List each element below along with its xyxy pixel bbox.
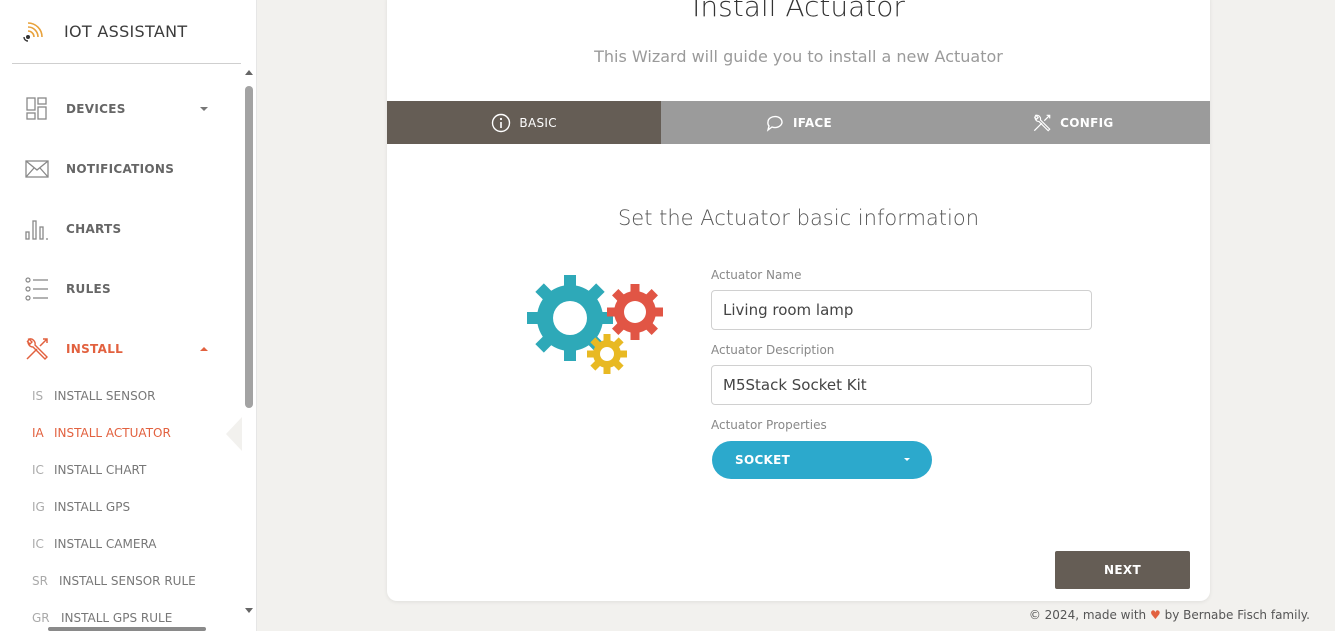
footer-prefix: © 2024, made with [1028,608,1147,622]
scroll-down-icon[interactable] [245,608,253,613]
envelope-icon [25,160,49,178]
sidebar-item-label: INSTALL [66,342,124,356]
submenu-label: INSTALL SENSOR [54,389,156,403]
signal-logo-icon [23,21,43,42]
tools-icon [1033,114,1051,132]
sidebar-item-charts[interactable]: CHARTS [0,199,240,259]
submenu-abbr: IC [32,537,44,551]
actuator-description-label: Actuator Description [711,343,835,357]
submenu-label: INSTALL GPS RULE [61,611,173,625]
submenu-install-camera[interactable]: IC INSTALL CAMERA [32,534,157,554]
sidebar-item-label: NOTIFICATIONS [66,162,175,176]
sidebar-scrollbar-thumb[interactable] [245,86,253,408]
scroll-up-icon[interactable] [245,70,253,75]
submenu-label: INSTALL ACTUATOR [54,426,171,440]
gears-icon [527,275,663,374]
submenu-abbr: SR [32,574,48,588]
submenu-label: INSTALL CHART [54,463,147,477]
actuator-name-label: Actuator Name [711,268,802,282]
page-title: Install Actuator [692,0,905,23]
tab-config[interactable]: CONFIG [936,101,1210,144]
submenu-label: INSTALL GPS [54,500,131,514]
select-value: SOCKET [735,453,791,467]
wizard-tabs: BASIC IFACE CONFIG [387,101,1210,144]
submenu-abbr: IG [32,500,45,514]
sidebar-item-label: CHARTS [66,222,122,236]
actuator-description-input[interactable]: M5Stack Socket Kit [711,365,1092,405]
submenu-label: INSTALL CAMERA [54,537,157,551]
section-title: Set the Actuator basic information [617,206,980,230]
list-icon [25,277,48,301]
info-icon [492,113,511,132]
tab-iface[interactable]: IFACE [661,101,935,144]
sidebar-item-label: RULES [66,282,111,296]
wizard-card: Install Actuator This Wizard will guide … [387,0,1210,601]
chat-icon [766,115,783,132]
submenu-abbr: GR [32,611,50,625]
next-button[interactable]: NEXT [1055,551,1190,589]
submenu-install-gps-rule[interactable]: GR INSTALL GPS RULE [32,608,172,628]
dropdown-caret-icon [904,458,910,461]
submenu-install-actuator[interactable]: IA INSTALL ACTUATOR [32,423,171,443]
chevron-up-icon [200,347,208,351]
bar-chart-icon [25,220,48,240]
page-subtitle: This Wizard will guide you to install a … [594,47,1003,66]
tab-label: BASIC [519,115,557,130]
submenu-install-sensor-rule[interactable]: SR INSTALL SENSOR RULE [32,571,196,591]
actuator-name-input[interactable]: Living room lamp [711,290,1092,330]
submenu-abbr: IS [32,389,44,403]
submenu-install-gps[interactable]: IG INSTALL GPS [32,497,130,517]
sidebar-item-rules[interactable]: RULES [0,259,240,319]
brand[interactable]: IOT ASSISTANT [12,0,241,64]
submenu-install-sensor[interactable]: IS INSTALL SENSOR [32,386,156,406]
sidebar-item-label: DEVICES [66,102,126,116]
chevron-down-icon [200,107,208,111]
app-title: IOT ASSISTANT [64,22,188,41]
footer-suffix: by Bernabe Fisch family. [1164,608,1310,622]
tab-label: CONFIG [1060,115,1114,130]
actuator-properties-select[interactable]: SOCKET [712,441,932,479]
heart-icon: ♥ [1149,608,1161,622]
sidebar-item-devices[interactable]: DEVICES [0,79,240,139]
sidebar-item-notifications[interactable]: NOTIFICATIONS [0,139,240,199]
sidebar-horizontal-scrollbar[interactable] [48,627,206,631]
submenu-label: INSTALL SENSOR RULE [59,574,196,588]
footer: © 2024, made with ♥ by Bernabe Fisch fam… [1000,608,1310,622]
tools-icon [26,338,48,360]
sidebar: IOT ASSISTANT DEVICES NOTIFICATIONS CHAR… [0,0,257,631]
active-indicator [226,417,242,451]
submenu-install-chart[interactable]: IC INSTALL CHART [32,460,146,480]
tab-basic[interactable]: BASIC [387,101,662,144]
actuator-properties-label: Actuator Properties [711,418,827,432]
sidebar-item-install[interactable]: INSTALL [0,319,240,379]
devices-icon [26,97,47,120]
submenu-abbr: IC [32,463,44,477]
submenu-abbr: IA [32,426,44,440]
tab-label: IFACE [792,115,833,130]
